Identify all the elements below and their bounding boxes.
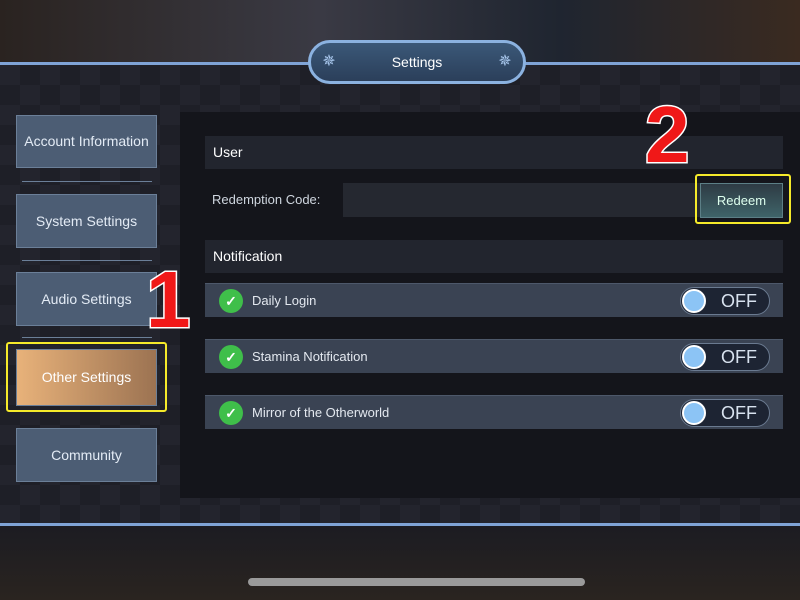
- toggle-state: OFF: [721, 347, 757, 367]
- divider: [22, 337, 152, 338]
- home-indicator[interactable]: [248, 578, 585, 586]
- snowflake-ornament-icon: ✵: [498, 53, 512, 70]
- notification-row-daily-login: ✓ Daily Login OFF: [205, 283, 783, 317]
- notification-row-stamina: ✓ Stamina Notification OFF: [205, 339, 783, 373]
- toggle-state: OFF: [721, 291, 757, 311]
- sidebar-item-account-information[interactable]: Account Information: [16, 115, 157, 168]
- background-floor: [0, 526, 800, 600]
- divider: [22, 260, 152, 261]
- row-label: Mirror of the Otherworld: [252, 405, 390, 420]
- step-number-2: 2: [644, 90, 691, 179]
- redemption-code-label: Redemption Code:: [212, 192, 321, 207]
- check-icon: ✓: [219, 345, 243, 369]
- sidebar-item-system-settings[interactable]: System Settings: [16, 194, 157, 248]
- toggle-state: OFF: [721, 403, 757, 423]
- window-title: Settings: [391, 54, 443, 70]
- toggle-daily-login[interactable]: OFF: [680, 287, 770, 315]
- title-banner: ✵ Settings ✵: [308, 40, 526, 84]
- sidebar-item-audio-settings[interactable]: Audio Settings: [16, 272, 157, 326]
- sidebar-item-community[interactable]: Community: [16, 428, 157, 482]
- check-icon: ✓: [219, 289, 243, 313]
- notification-row-mirror: ✓ Mirror of the Otherworld OFF: [205, 395, 783, 429]
- toggle-knob: [682, 345, 706, 369]
- highlight-box-1: [6, 342, 167, 412]
- toggle-stamina-notification[interactable]: OFF: [680, 343, 770, 371]
- section-header-notification: Notification: [205, 240, 783, 273]
- toggle-knob: [682, 289, 706, 313]
- divider: [22, 181, 152, 182]
- row-label: Stamina Notification: [252, 349, 368, 364]
- snowflake-ornament-icon: ✵: [322, 53, 336, 70]
- check-icon: ✓: [219, 401, 243, 425]
- row-label: Daily Login: [252, 293, 317, 308]
- toggle-mirror-of-the-otherworld[interactable]: OFF: [680, 399, 770, 427]
- section-header-user: User: [205, 136, 783, 169]
- toggle-knob: [682, 401, 706, 425]
- step-number-1: 1: [145, 255, 192, 344]
- highlight-box-2: [695, 174, 791, 224]
